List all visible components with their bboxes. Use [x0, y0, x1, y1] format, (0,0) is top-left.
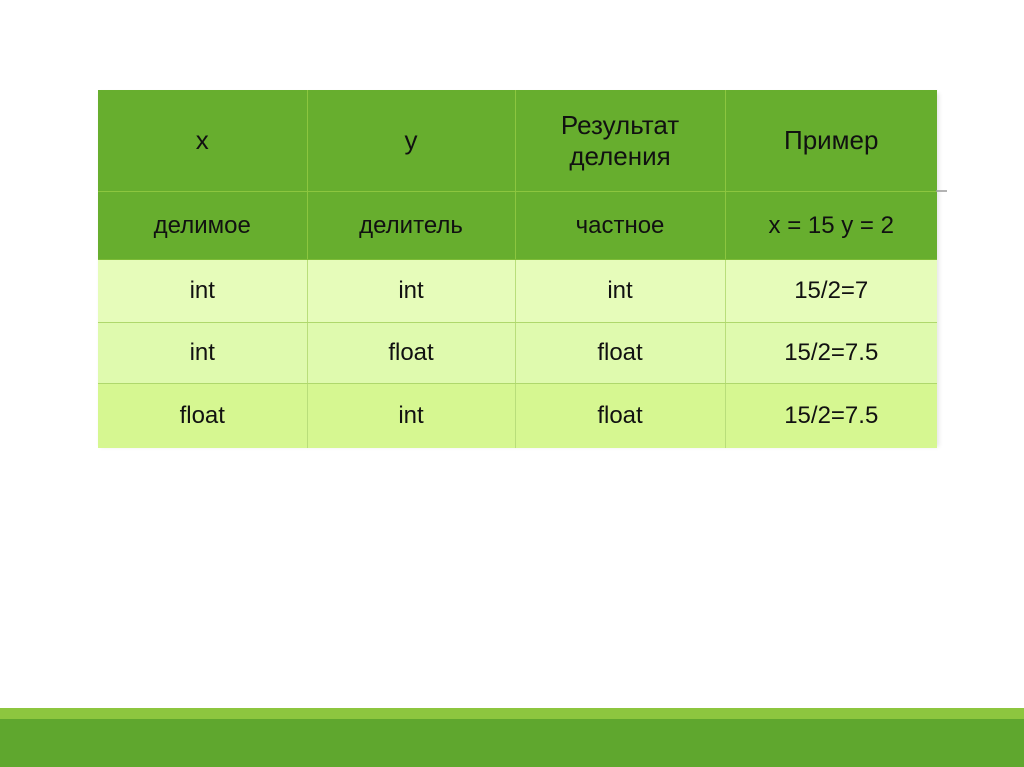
table-row: float int float 15/2=7.5 — [98, 383, 937, 448]
subheader-example-values-label: x = 15 y = 2 — [768, 211, 894, 239]
cell-example: 15/2=7.5 — [725, 383, 937, 448]
cell-result-type: float — [515, 322, 726, 384]
header-cell-x: x — [98, 90, 308, 192]
table-row: int int int 15/2=7 — [98, 259, 937, 323]
subheader-divisor-label: делитель — [359, 211, 463, 239]
footer-stripe-light — [0, 708, 1024, 719]
header-cell-y: y — [307, 90, 516, 192]
header-y-label: y — [404, 125, 418, 156]
slide-canvas: x y Результат деления Пример делимое дел… — [0, 0, 1024, 767]
cell-y-type: int — [307, 259, 516, 323]
subheader-cell-example-values: x = 15 y = 2 — [725, 191, 937, 260]
subheader-cell-dividend: делимое — [98, 191, 308, 260]
cell-example: 15/2=7.5 — [725, 322, 937, 384]
cell-x-type: float — [98, 383, 308, 448]
cell-result-type: float — [515, 383, 726, 448]
header-x-label: x — [195, 125, 209, 156]
cell-example: 15/2=7 — [725, 259, 937, 323]
subheader-dividend-label: делимое — [153, 211, 251, 239]
table-row: int float float 15/2=7.5 — [98, 322, 937, 384]
cell-y-type: float — [307, 322, 516, 384]
cell-x-type: int — [98, 259, 308, 323]
header-example-label: Пример — [784, 125, 879, 156]
slide-footer-band — [0, 708, 1024, 767]
subheader-cell-divisor: делитель — [307, 191, 516, 260]
header-result-line-2: деления — [569, 140, 671, 171]
subheader-quotient-label: частное — [575, 211, 665, 239]
header-result-line-1: Результат — [560, 109, 680, 140]
subheader-cell-quotient: частное — [515, 191, 726, 260]
table-edge-tick-artifact — [936, 190, 947, 192]
cell-x-type: int — [98, 322, 308, 384]
table-header-row-primary: x y Результат деления Пример — [98, 90, 937, 192]
table-header-row-secondary: делимое делитель частное x = 15 y = 2 — [98, 191, 937, 260]
header-cell-result: Результат деления — [515, 90, 726, 192]
footer-stripe-dark — [0, 719, 1024, 767]
division-table-container: x y Результат деления Пример делимое дел… — [98, 90, 937, 448]
header-cell-example: Пример — [725, 90, 937, 192]
division-result-types-table: x y Результат деления Пример делимое дел… — [98, 90, 937, 448]
cell-result-type: int — [515, 259, 726, 323]
cell-y-type: int — [307, 383, 516, 448]
